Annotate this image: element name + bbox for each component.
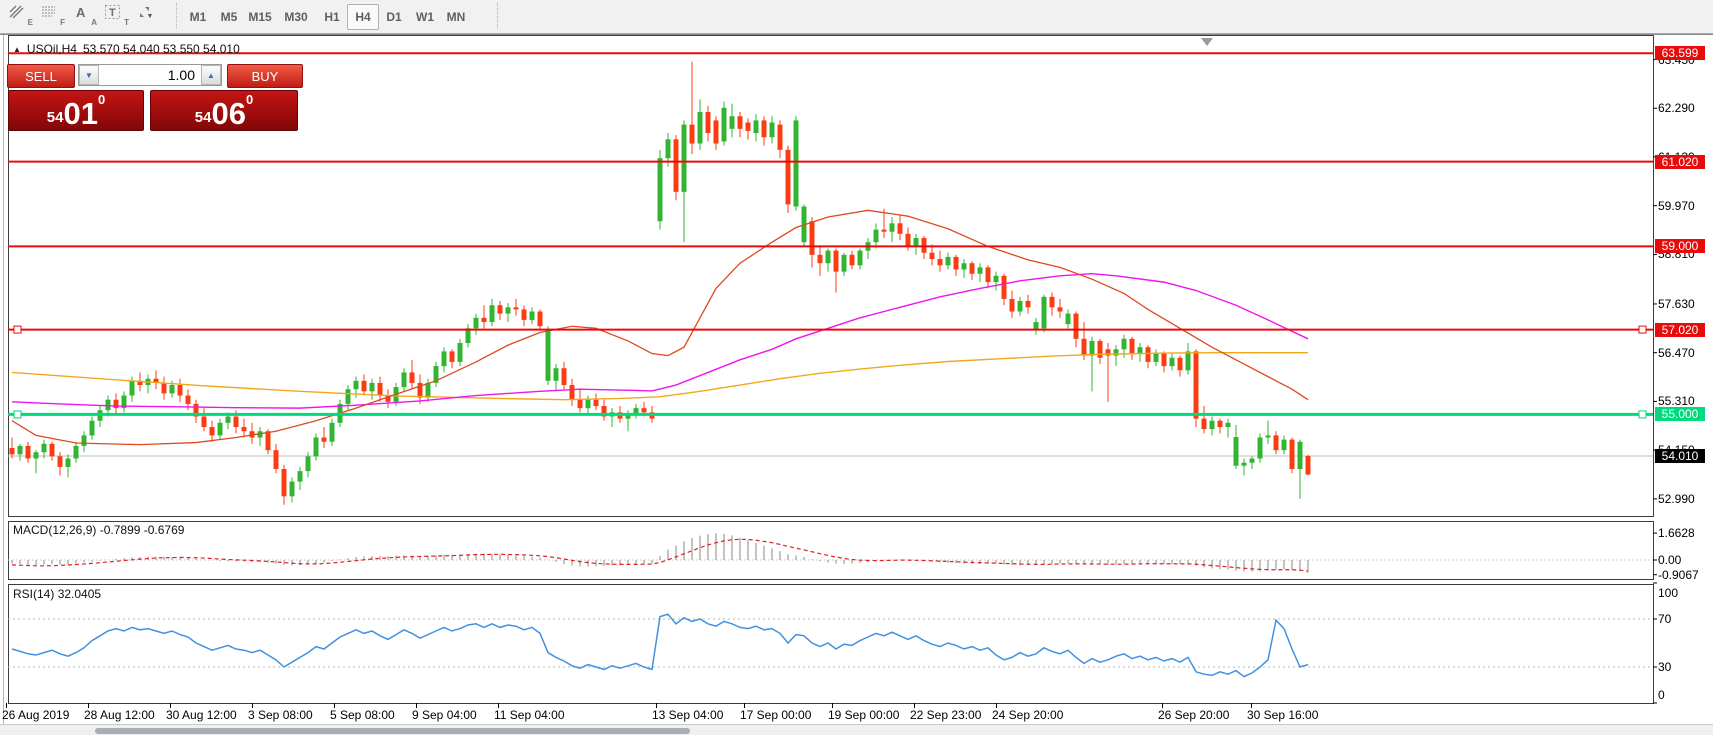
- chart-shift-marker-icon: [1201, 38, 1213, 46]
- symbol-ohlc-header: ▲ USOil,H4 53.570 54.040 53.550 54.010: [13, 42, 240, 56]
- date-label: 17 Sep 00:00: [740, 708, 811, 722]
- trading-platform-window: { "toolbar": { "icons": [ {"name":"draw-…: [0, 0, 1713, 735]
- draw-channel-icon[interactable]: E: [8, 4, 34, 28]
- price-tick-label: 59.970: [1658, 199, 1695, 213]
- buy-price-tile[interactable]: 54 06 0: [150, 90, 298, 131]
- sell-price-base: 54: [47, 110, 64, 125]
- date-label: 26 Aug 2019: [2, 708, 69, 722]
- date-label: 13 Sep 04:00: [652, 708, 723, 722]
- volume-stepper[interactable]: ▼ 1.00 ▲: [78, 64, 222, 86]
- date-label: 30 Aug 12:00: [166, 708, 237, 722]
- rsi-label: RSI(14) 32.0405: [13, 587, 101, 601]
- macd-tick-label: 0.00: [1658, 553, 1681, 567]
- line-anchor-handle: [14, 326, 21, 333]
- timeframe-button-d1[interactable]: D1: [378, 4, 410, 30]
- macd-signal-line: [12, 539, 1308, 571]
- chevron-down-icon: ▼: [85, 71, 93, 80]
- sell-price-big: 01: [63, 101, 97, 127]
- buy-button[interactable]: BUY: [227, 64, 303, 88]
- pane-splitter[interactable]: [0, 516, 1713, 521]
- date-label: 30 Sep 16:00: [1247, 708, 1318, 722]
- timeframe-button-h4[interactable]: H4: [347, 4, 379, 30]
- volume-decrease-button[interactable]: ▼: [79, 65, 99, 85]
- ma-medium-magenta: [12, 274, 1308, 408]
- arrow-tools-icon[interactable]: ▼: [136, 4, 162, 28]
- ohlc-values: 53.570 54.040 53.550 54.010: [83, 42, 240, 56]
- timeframe-button-m1[interactable]: M1: [182, 4, 214, 30]
- top-toolbar: EFAATT▼ M1M5M15M30H1H4D1W1MN: [0, 0, 1713, 34]
- rsi-tick-label: 30: [1658, 660, 1671, 674]
- text-label-icon[interactable]: TT: [104, 4, 130, 28]
- price-line-badge: 55.000: [1655, 407, 1705, 421]
- volume-increase-button[interactable]: ▲: [201, 65, 221, 85]
- toolbar-separator: [176, 3, 177, 29]
- date-label: 3 Sep 08:00: [248, 708, 313, 722]
- volume-value[interactable]: 1.00: [99, 65, 201, 85]
- timeframe-button-h1[interactable]: H1: [316, 4, 348, 30]
- text-icon[interactable]: AA: [72, 4, 98, 28]
- draw-fibonacci-icon[interactable]: F: [40, 4, 66, 28]
- date-label: 26 Sep 20:00: [1158, 708, 1229, 722]
- buy-price-big: 06: [211, 101, 245, 127]
- line-anchor-handle: [1639, 411, 1646, 418]
- timeframe-button-m30[interactable]: M30: [280, 4, 312, 30]
- toolbar-separator: [497, 3, 498, 29]
- rsi-tick-label: 100: [1658, 586, 1678, 600]
- rsi-pane-border: [9, 585, 1654, 704]
- date-label: 28 Aug 12:00: [84, 708, 155, 722]
- date-label: 24 Sep 20:00: [992, 708, 1063, 722]
- line-anchor-handle: [1639, 326, 1646, 333]
- timeframe-button-mn[interactable]: MN: [440, 4, 472, 30]
- scrollbar-thumb[interactable]: [95, 728, 690, 734]
- date-label: 9 Sep 04:00: [412, 708, 477, 722]
- buy-price-base: 54: [195, 110, 212, 125]
- pane-splitter[interactable]: [0, 579, 1713, 584]
- timeframe-button-m5[interactable]: M5: [213, 4, 245, 30]
- macd-histogram: [12, 533, 1308, 573]
- collapse-panel-icon[interactable]: ▲: [13, 45, 21, 54]
- macd-pane-border: [9, 522, 1654, 580]
- price-line-badge: 63.599: [1655, 46, 1705, 60]
- ma-slow-orange: [12, 353, 1308, 400]
- timeframe-button-w1[interactable]: W1: [409, 4, 441, 30]
- sell-price-sup: 0: [98, 93, 105, 106]
- horizontal-scrollbar[interactable]: [0, 724, 1713, 735]
- symbol-label: USOil,H4: [27, 42, 77, 56]
- macd-label: MACD(12,26,9) -0.7899 -0.6769: [13, 523, 184, 537]
- date-label: 5 Sep 08:00: [330, 708, 395, 722]
- date-label: 11 Sep 04:00: [494, 708, 565, 722]
- macd-tick-label: 1.6628: [1658, 526, 1695, 540]
- price-tick-label: 57.630: [1658, 297, 1695, 311]
- price-tick-label: 52.990: [1658, 492, 1695, 506]
- price-tick-label: 56.470: [1658, 346, 1695, 360]
- date-label: 22 Sep 23:00: [910, 708, 981, 722]
- svg-text:A: A: [76, 5, 86, 20]
- rsi-tick-label: 0: [1658, 688, 1665, 702]
- price-tick-label: 62.290: [1658, 101, 1695, 115]
- sell-button[interactable]: SELL: [7, 64, 75, 88]
- svg-text:T: T: [109, 7, 116, 19]
- rsi-tick-label: 70: [1658, 612, 1671, 626]
- price-line-badge: 61.020: [1655, 155, 1705, 169]
- buy-price-sup: 0: [246, 93, 253, 106]
- sell-price-tile[interactable]: 54 01 0: [8, 90, 144, 131]
- line-anchor-handle: [14, 411, 21, 418]
- chevron-up-icon: ▲: [207, 71, 215, 80]
- price-tick-label: 55.310: [1658, 394, 1695, 408]
- bid-price-badge: 54.010: [1655, 449, 1705, 463]
- date-label: 19 Sep 00:00: [828, 708, 899, 722]
- timeframe-button-m15[interactable]: M15: [244, 4, 276, 30]
- price-line-badge: 59.000: [1655, 239, 1705, 253]
- price-line-badge: 57.020: [1655, 323, 1705, 337]
